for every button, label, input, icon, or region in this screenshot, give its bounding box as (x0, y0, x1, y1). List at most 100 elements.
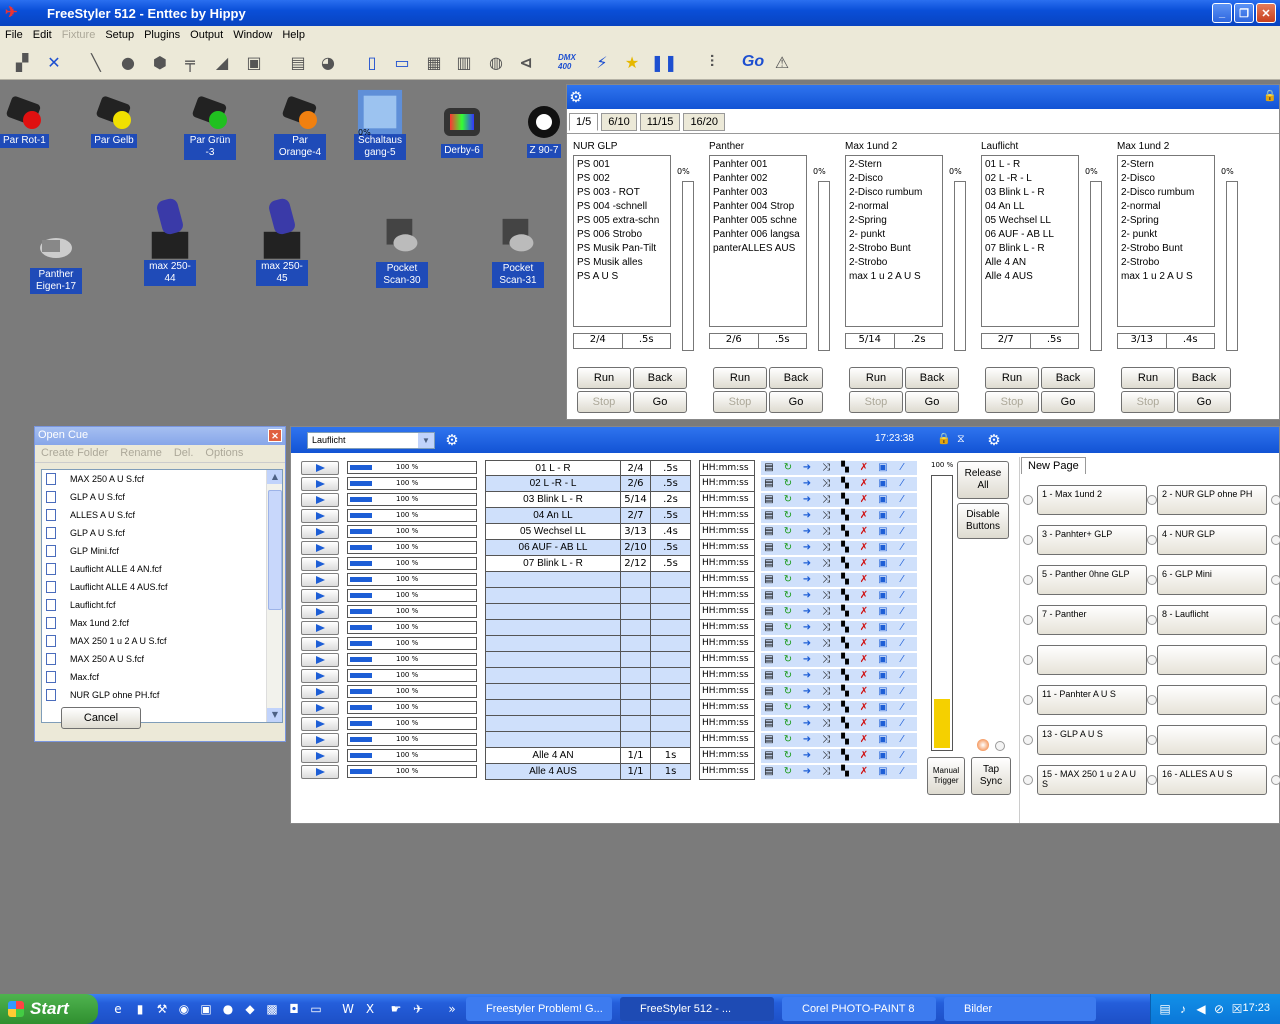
refresh-icon[interactable]: ↻ (780, 749, 796, 763)
flag-icon[interactable]: ▚ (837, 557, 853, 571)
play-button[interactable] (301, 461, 339, 475)
refresh-icon[interactable]: ↻ (780, 733, 796, 747)
no-edit-icon[interactable]: ✗ (856, 685, 872, 699)
edit-icon[interactable]: ▤ (761, 541, 777, 555)
circle-icon[interactable]: ● (116, 50, 140, 74)
cue-fader[interactable] (1090, 181, 1102, 351)
flag-icon[interactable]: ▚ (837, 701, 853, 715)
go-button[interactable]: Go (1177, 391, 1231, 413)
cue-level-bar[interactable]: 100 % (347, 541, 477, 554)
cue-level-bar[interactable]: 100 % (347, 589, 477, 602)
cue-schedule-cell[interactable]: HH:mm:ss (699, 524, 755, 540)
menu-item-4[interactable]: Plugins (139, 29, 185, 41)
no-edit-icon[interactable]: ✗ (856, 765, 872, 779)
cue-list-item[interactable]: max 1 u 2 A U S (1121, 270, 1211, 284)
fixture-7[interactable]: Panther Eigen-17 (30, 222, 82, 294)
page-button-16[interactable]: 16 - ALLES A U S (1157, 765, 1267, 795)
page-radio[interactable] (1023, 495, 1033, 505)
record-icon[interactable]: ● (220, 1001, 236, 1017)
tap-sync-button[interactable]: Tap Sync (971, 757, 1011, 795)
cursor-icon[interactable]: ☛ (388, 1001, 404, 1017)
fixture-lamp-icon[interactable] (520, 98, 568, 146)
folder-icon[interactable]: ▭ (308, 1001, 324, 1017)
balloon-icon[interactable]: ◆ (242, 1001, 258, 1017)
info-icon[interactable]: ▣ (875, 477, 891, 491)
cue-speed-cell[interactable] (651, 732, 691, 748)
cue-list-item[interactable]: PS 006 Strobo (577, 228, 667, 242)
cue-level-bar[interactable]: 100 % (347, 605, 477, 618)
file-list-item[interactable]: MAX 250 A U S.fcf (42, 470, 282, 488)
no-edit-icon[interactable]: ✗ (856, 589, 872, 603)
curve-icon[interactable]: ⁄ (894, 541, 910, 555)
info-icon[interactable]: ▣ (875, 669, 891, 683)
tab-cue-page-0[interactable]: 1/5 (569, 113, 599, 131)
curve-icon[interactable]: ⁄ (894, 525, 910, 539)
cue-time-cell[interactable]: 2/12 (621, 556, 651, 572)
page-button-8[interactable]: 8 - Lauflicht (1157, 605, 1267, 635)
flag-icon[interactable]: ▚ (837, 525, 853, 539)
cue-schedule-cell[interactable]: HH:mm:ss (699, 620, 755, 636)
edit-icon[interactable]: ▤ (761, 509, 777, 523)
arrow-right-icon[interactable]: ➜ (799, 685, 815, 699)
cue-list-item[interactable]: PS 005 extra-schn (577, 214, 667, 228)
no-edit-icon[interactable]: ✗ (856, 621, 872, 635)
fixture-10[interactable]: Pocket Scan-30 (376, 208, 428, 288)
cue-list-item[interactable]: 2-normal (1121, 200, 1211, 214)
cue-time-cell[interactable] (621, 732, 651, 748)
back-button[interactable]: Back (1041, 367, 1095, 389)
curve-icon[interactable]: ⁄ (894, 733, 910, 747)
page-radio[interactable] (1023, 695, 1033, 705)
cue-level-bar[interactable]: 100 % (347, 461, 477, 474)
horn-icon[interactable]: ⊲ (514, 50, 538, 74)
excel-icon[interactable]: X (362, 1001, 378, 1017)
info-icon[interactable]: ▣ (875, 749, 891, 763)
info-icon[interactable]: ▣ (875, 573, 891, 587)
cue-list-box[interactable]: 2-Stern 2-Disco 2-Disco rumbum 2-normal 2-Sp… (845, 155, 943, 327)
cue-time-cell[interactable] (621, 572, 651, 588)
cue-schedule-cell[interactable]: HH:mm:ss (699, 716, 755, 732)
refresh-icon[interactable]: ↻ (780, 637, 796, 651)
cue-list-item[interactable]: PS Musik Pan-Tilt (577, 242, 667, 256)
run-button[interactable]: Run (713, 367, 767, 389)
cue-schedule-cell[interactable]: HH:mm:ss (699, 556, 755, 572)
cue-list-item[interactable]: PS A U S (577, 270, 667, 284)
refresh-icon[interactable]: ↻ (780, 509, 796, 523)
cue-level-bar[interactable]: 100 % (347, 621, 477, 634)
cue-list-item[interactable]: 2-Spring (849, 214, 939, 228)
cue-speed-cell[interactable] (651, 684, 691, 700)
fixture-lamp-icon[interactable] (258, 192, 306, 262)
page-radio[interactable] (1147, 655, 1157, 665)
fixture-8[interactable]: max 250- 44 (144, 192, 196, 286)
arrow-right-icon[interactable]: ➜ (799, 733, 815, 747)
cue-speed-cell[interactable] (651, 716, 691, 732)
info-icon[interactable]: ▣ (875, 685, 891, 699)
curve-icon[interactable]: ⁄ (894, 557, 910, 571)
go-button[interactable]: Go (769, 391, 823, 413)
fixture-5[interactable]: Derby-6 (438, 98, 486, 158)
file-list-scrollbar[interactable]: ▲ ▼ (266, 470, 282, 722)
shuffle-icon[interactable]: ⤨ (818, 669, 834, 683)
cue-name-cell[interactable] (485, 588, 621, 604)
cue-speed-cell[interactable]: .4s (651, 524, 691, 540)
no-edit-icon[interactable]: ✗ (856, 637, 872, 651)
cue-speed-cell[interactable] (651, 588, 691, 604)
info-icon[interactable]: ▣ (875, 653, 891, 667)
shuffle-icon[interactable]: ⤨ (818, 541, 834, 555)
flag-icon[interactable]: ▚ (837, 733, 853, 747)
cue-list-item[interactable]: panterALLES AUS (713, 242, 803, 256)
fixture-lamp-icon[interactable] (186, 88, 234, 136)
refresh-icon[interactable]: ↻ (780, 525, 796, 539)
cue-list-item[interactable]: 02 L -R - L (985, 172, 1075, 186)
arrow-right-icon[interactable]: ➜ (799, 605, 815, 619)
cue-name-cell[interactable]: 03 Blink L - R (485, 492, 621, 508)
page-radio[interactable] (1147, 775, 1157, 785)
no-edit-icon[interactable]: ✗ (856, 541, 872, 555)
arrow-right-icon[interactable]: ➜ (799, 461, 815, 475)
shield-icon[interactable]: ▮ (132, 1001, 148, 1017)
page-button-4[interactable]: 4 - NUR GLP (1157, 525, 1267, 555)
cue-speed[interactable]: .4s (1167, 334, 1215, 348)
shuffle-icon[interactable]: ⤨ (818, 589, 834, 603)
camera-icon[interactable]: ◘ (286, 1001, 302, 1017)
manual-trigger-button[interactable]: Manual Trigger (927, 757, 965, 795)
flag-icon[interactable]: ▚ (837, 717, 853, 731)
